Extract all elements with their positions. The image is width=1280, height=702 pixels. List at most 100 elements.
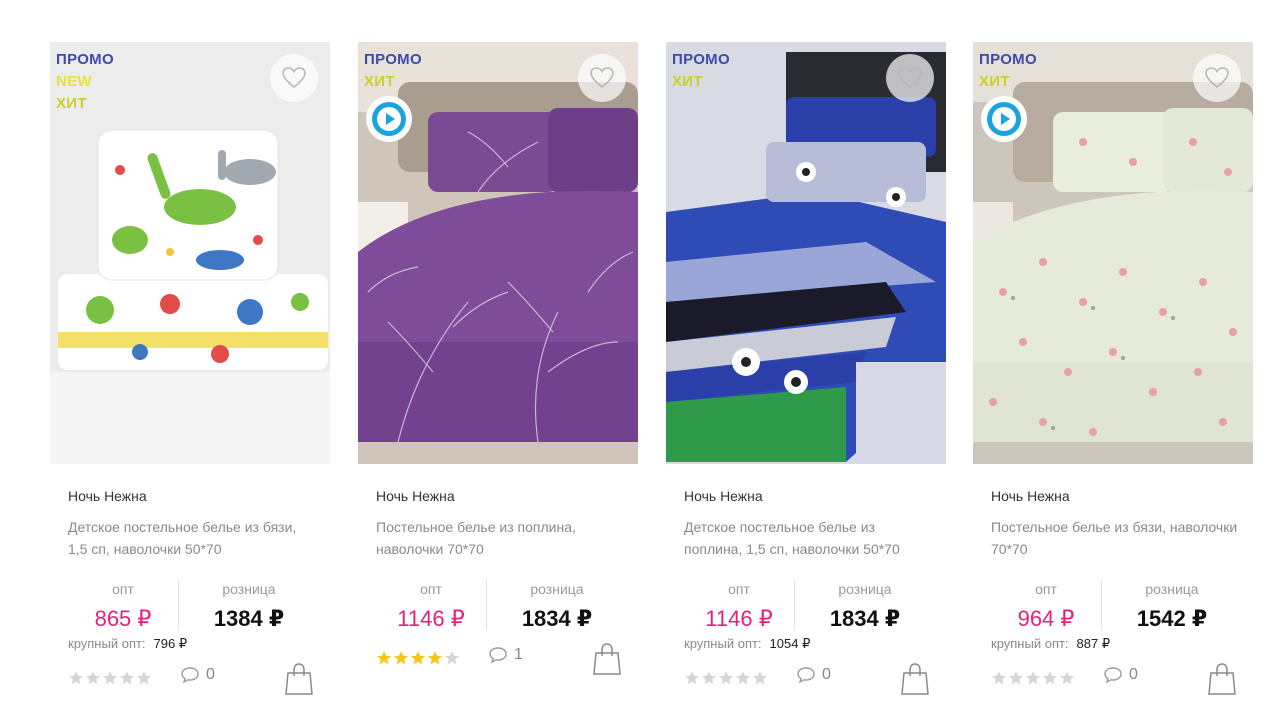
opt-price: 865 ₽ bbox=[94, 606, 152, 631]
product-image-purple-bedding[interactable]: ПРОМО ХИТ bbox=[358, 42, 638, 464]
heart-icon bbox=[590, 67, 614, 89]
opt-price: 964 ₽ bbox=[1017, 606, 1075, 631]
star-icon[interactable] bbox=[410, 650, 426, 666]
badge-list: ПРОМО ХИТ bbox=[979, 49, 1037, 93]
favorite-heart-button[interactable] bbox=[270, 54, 318, 102]
add-to-cart-button[interactable] bbox=[284, 662, 314, 696]
favorite-heart-button[interactable] bbox=[1193, 54, 1241, 102]
product-image-dinosaur-bedding[interactable]: ПРОМО NEW ХИТ bbox=[50, 42, 330, 464]
product-image-roses-bedding[interactable]: ПРОМО ХИТ bbox=[973, 42, 1253, 464]
star-icon[interactable] bbox=[68, 670, 84, 686]
heart-icon bbox=[1205, 67, 1229, 89]
favorite-heart-button[interactable] bbox=[886, 54, 934, 102]
shopping-bag-icon bbox=[593, 643, 621, 675]
comment-bubble-icon bbox=[797, 667, 815, 684]
opt-label: опт bbox=[420, 581, 442, 597]
comments-link[interactable]: 0 bbox=[180, 666, 215, 684]
retail-price: 1834 ₽ bbox=[521, 606, 593, 631]
product-grid: ПРОМО NEW ХИТ Ночь Нежна Детское постель… bbox=[50, 42, 1260, 702]
shopping-bag-icon bbox=[1208, 663, 1236, 695]
badge-promo: ПРОМО bbox=[364, 51, 422, 68]
badge-hit: ХИТ bbox=[56, 95, 87, 112]
add-to-cart-button[interactable] bbox=[592, 642, 622, 676]
product-card[interactable]: ПРОМО ХИТ Ночь Нежна Постельное белье из… bbox=[358, 42, 638, 702]
retail-price: 1834 ₽ bbox=[829, 606, 901, 631]
product-card[interactable]: ПРОМО ХИТ Ночь Нежна Постельное белье из… bbox=[973, 42, 1253, 702]
rating-stars[interactable] bbox=[684, 670, 768, 686]
star-icon[interactable] bbox=[393, 650, 409, 666]
comments-count: 0 bbox=[822, 666, 831, 683]
star-icon[interactable] bbox=[735, 670, 751, 686]
rating-stars[interactable] bbox=[991, 670, 1075, 686]
rating-stars[interactable] bbox=[376, 650, 460, 666]
star-icon[interactable] bbox=[991, 670, 1007, 686]
star-icon[interactable] bbox=[1008, 670, 1024, 686]
shopping-bag-icon bbox=[901, 663, 929, 695]
price-block: опт 964 ₽ розница 1542 ₽ bbox=[991, 578, 1241, 636]
opt-label: опт bbox=[112, 581, 134, 597]
add-to-cart-button[interactable] bbox=[900, 662, 930, 696]
add-to-cart-button[interactable] bbox=[1207, 662, 1237, 696]
star-icon[interactable] bbox=[136, 670, 152, 686]
comments-count: 0 bbox=[1129, 666, 1138, 683]
opt-price: 1146 ₽ bbox=[397, 606, 465, 631]
opt-label: опт bbox=[1035, 581, 1057, 597]
card-footer: 0 bbox=[68, 662, 318, 696]
star-icon[interactable] bbox=[1059, 670, 1075, 686]
badge-list: ПРОМО NEW ХИТ bbox=[56, 49, 114, 115]
card-footer: 1 bbox=[376, 642, 626, 676]
bulk-price-row: крупный опт: 796 ₽ bbox=[68, 636, 187, 652]
product-brand[interactable]: Ночь Нежна bbox=[684, 488, 763, 504]
product-brand[interactable]: Ночь Нежна bbox=[68, 488, 147, 504]
star-icon[interactable] bbox=[85, 670, 101, 686]
star-icon[interactable] bbox=[684, 670, 700, 686]
price-block: опт 865 ₽ розница 1384 ₽ bbox=[68, 578, 318, 636]
comments-link[interactable]: 0 bbox=[796, 666, 831, 684]
card-footer: 0 bbox=[684, 662, 934, 696]
star-icon[interactable] bbox=[752, 670, 768, 686]
favorite-heart-button[interactable] bbox=[578, 54, 626, 102]
product-card[interactable]: ПРОМО ХИТ Ночь Нежна Детское постельное … bbox=[666, 42, 946, 702]
bulk-price: 796 ₽ bbox=[153, 636, 188, 651]
retail-price: 1542 ₽ bbox=[1136, 606, 1208, 631]
heart-icon bbox=[898, 67, 922, 89]
heart-icon bbox=[282, 67, 306, 89]
star-icon[interactable] bbox=[718, 670, 734, 686]
retail-label: розница bbox=[222, 581, 276, 597]
star-icon[interactable] bbox=[427, 650, 443, 666]
comment-bubble-icon bbox=[489, 647, 507, 664]
star-icon[interactable] bbox=[102, 670, 118, 686]
star-icon[interactable] bbox=[444, 650, 460, 666]
product-card[interactable]: ПРОМО NEW ХИТ Ночь Нежна Детское постель… bbox=[50, 42, 330, 702]
product-description[interactable]: Постельное белье из поплина, наволочки 7… bbox=[376, 516, 626, 560]
retail-label: розница bbox=[1145, 581, 1199, 597]
retail-label: розница bbox=[530, 581, 584, 597]
star-icon[interactable] bbox=[701, 670, 717, 686]
product-brand[interactable]: Ночь Нежна bbox=[991, 488, 1070, 504]
opt-label: опт bbox=[728, 581, 750, 597]
play-video-button[interactable] bbox=[981, 96, 1027, 142]
comments-count: 1 bbox=[514, 646, 523, 663]
play-icon bbox=[987, 102, 1021, 136]
badge-promo: ПРОМО bbox=[979, 51, 1037, 68]
product-description[interactable]: Постельное белье из бязи, наволочки 70*7… bbox=[991, 516, 1241, 560]
badge-hit: ХИТ bbox=[979, 73, 1010, 90]
star-icon[interactable] bbox=[376, 650, 392, 666]
comment-bubble-icon bbox=[181, 667, 199, 684]
product-description[interactable]: Детское постельное белье из бязи, 1,5 сп… bbox=[68, 516, 318, 560]
product-image-football-bedding[interactable]: ПРОМО ХИТ bbox=[666, 42, 946, 464]
badge-promo: ПРОМО bbox=[672, 51, 730, 68]
badge-hit: ХИТ bbox=[364, 73, 395, 90]
play-video-button[interactable] bbox=[366, 96, 412, 142]
product-description[interactable]: Детское постельное белье из поплина, 1,5… bbox=[684, 516, 934, 560]
badge-list: ПРОМО ХИТ bbox=[672, 49, 730, 93]
product-brand[interactable]: Ночь Нежна bbox=[376, 488, 455, 504]
rating-stars[interactable] bbox=[68, 670, 152, 686]
star-icon[interactable] bbox=[1025, 670, 1041, 686]
star-icon[interactable] bbox=[119, 670, 135, 686]
comments-link[interactable]: 1 bbox=[488, 646, 523, 664]
star-icon[interactable] bbox=[1042, 670, 1058, 686]
badge-hit: ХИТ bbox=[672, 73, 703, 90]
bulk-label: крупный опт: bbox=[684, 636, 762, 651]
comments-link[interactable]: 0 bbox=[1103, 666, 1138, 684]
